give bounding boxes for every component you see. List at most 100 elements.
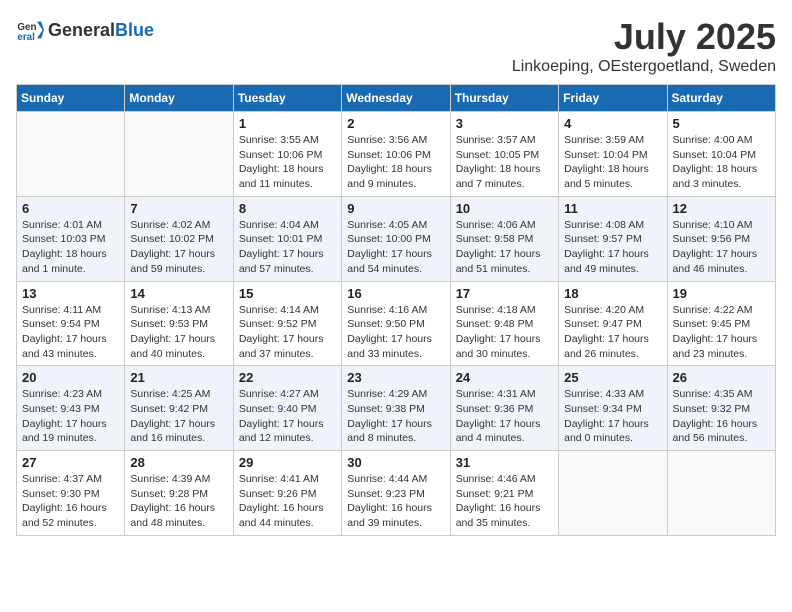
day-info: Sunrise: 4:11 AM Sunset: 9:54 PM Dayligh… xyxy=(22,303,119,362)
sunset-text: Sunset: 10:02 PM xyxy=(130,233,213,245)
day-info: Sunrise: 3:57 AM Sunset: 10:05 PM Daylig… xyxy=(456,133,553,192)
day-info: Sunrise: 4:04 AM Sunset: 10:01 PM Daylig… xyxy=(239,218,336,277)
calendar-cell: 10 Sunrise: 4:06 AM Sunset: 9:58 PM Dayl… xyxy=(450,196,558,281)
calendar-cell: 2 Sunrise: 3:56 AM Sunset: 10:06 PM Dayl… xyxy=(342,112,450,197)
day-number: 30 xyxy=(347,455,444,470)
daylight-text: Daylight: 18 hours and 7 minutes. xyxy=(456,163,541,190)
day-info: Sunrise: 4:35 AM Sunset: 9:32 PM Dayligh… xyxy=(673,387,770,446)
daylight-text: Daylight: 17 hours and 51 minutes. xyxy=(456,248,541,275)
calendar-cell: 17 Sunrise: 4:18 AM Sunset: 9:48 PM Dayl… xyxy=(450,281,558,366)
day-info: Sunrise: 4:29 AM Sunset: 9:38 PM Dayligh… xyxy=(347,387,444,446)
day-info: Sunrise: 4:00 AM Sunset: 10:04 PM Daylig… xyxy=(673,133,770,192)
logo-general: General xyxy=(48,20,115,40)
daylight-text: Daylight: 17 hours and 59 minutes. xyxy=(130,248,215,275)
day-number: 15 xyxy=(239,286,336,301)
page-header: Gen eral GeneralBlue July 2025 Linkoepin… xyxy=(16,16,776,76)
day-number: 4 xyxy=(564,116,661,131)
daylight-text: Daylight: 17 hours and 23 minutes. xyxy=(673,333,758,360)
day-info: Sunrise: 4:39 AM Sunset: 9:28 PM Dayligh… xyxy=(130,472,227,531)
logo-blue: Blue xyxy=(115,20,154,40)
sunrise-text: Sunrise: 4:05 AM xyxy=(347,219,427,231)
calendar-cell: 5 Sunrise: 4:00 AM Sunset: 10:04 PM Dayl… xyxy=(667,112,775,197)
day-number: 22 xyxy=(239,370,336,385)
weekday-header: Monday xyxy=(125,85,233,112)
day-number: 19 xyxy=(673,286,770,301)
daylight-text: Daylight: 17 hours and 33 minutes. xyxy=(347,333,432,360)
sunset-text: Sunset: 9:45 PM xyxy=(673,318,751,330)
day-info: Sunrise: 4:18 AM Sunset: 9:48 PM Dayligh… xyxy=(456,303,553,362)
logo: Gen eral GeneralBlue xyxy=(16,16,154,44)
day-info: Sunrise: 4:13 AM Sunset: 9:53 PM Dayligh… xyxy=(130,303,227,362)
sunset-text: Sunset: 9:43 PM xyxy=(22,403,100,415)
sunset-text: Sunset: 9:36 PM xyxy=(456,403,534,415)
day-info: Sunrise: 4:37 AM Sunset: 9:30 PM Dayligh… xyxy=(22,472,119,531)
calendar-cell: 4 Sunrise: 3:59 AM Sunset: 10:04 PM Dayl… xyxy=(559,112,667,197)
day-info: Sunrise: 4:46 AM Sunset: 9:21 PM Dayligh… xyxy=(456,472,553,531)
daylight-text: Daylight: 17 hours and 37 minutes. xyxy=(239,333,324,360)
calendar-cell: 24 Sunrise: 4:31 AM Sunset: 9:36 PM Dayl… xyxy=(450,366,558,451)
calendar-cell: 27 Sunrise: 4:37 AM Sunset: 9:30 PM Dayl… xyxy=(17,451,125,536)
daylight-text: Daylight: 17 hours and 49 minutes. xyxy=(564,248,649,275)
weekday-header: Wednesday xyxy=(342,85,450,112)
sunrise-text: Sunrise: 4:08 AM xyxy=(564,219,644,231)
calendar-cell: 12 Sunrise: 4:10 AM Sunset: 9:56 PM Dayl… xyxy=(667,196,775,281)
sunset-text: Sunset: 10:03 PM xyxy=(22,233,105,245)
calendar-cell: 23 Sunrise: 4:29 AM Sunset: 9:38 PM Dayl… xyxy=(342,366,450,451)
calendar-cell: 14 Sunrise: 4:13 AM Sunset: 9:53 PM Dayl… xyxy=(125,281,233,366)
daylight-text: Daylight: 17 hours and 57 minutes. xyxy=(239,248,324,275)
calendar-table: SundayMondayTuesdayWednesdayThursdayFrid… xyxy=(16,84,776,536)
sunrise-text: Sunrise: 4:01 AM xyxy=(22,219,102,231)
calendar-cell: 9 Sunrise: 4:05 AM Sunset: 10:00 PM Dayl… xyxy=(342,196,450,281)
sunrise-text: Sunrise: 4:11 AM xyxy=(22,304,101,316)
calendar-cell: 22 Sunrise: 4:27 AM Sunset: 9:40 PM Dayl… xyxy=(233,366,341,451)
sunrise-text: Sunrise: 4:39 AM xyxy=(130,473,210,485)
sunrise-text: Sunrise: 4:27 AM xyxy=(239,388,319,400)
calendar-cell: 20 Sunrise: 4:23 AM Sunset: 9:43 PM Dayl… xyxy=(17,366,125,451)
sunset-text: Sunset: 9:32 PM xyxy=(673,403,751,415)
daylight-text: Daylight: 17 hours and 26 minutes. xyxy=(564,333,649,360)
sunset-text: Sunset: 9:34 PM xyxy=(564,403,642,415)
calendar-cell: 1 Sunrise: 3:55 AM Sunset: 10:06 PM Dayl… xyxy=(233,112,341,197)
daylight-text: Daylight: 17 hours and 12 minutes. xyxy=(239,418,324,445)
sunrise-text: Sunrise: 4:16 AM xyxy=(347,304,427,316)
day-info: Sunrise: 4:05 AM Sunset: 10:00 PM Daylig… xyxy=(347,218,444,277)
calendar-cell: 11 Sunrise: 4:08 AM Sunset: 9:57 PM Dayl… xyxy=(559,196,667,281)
calendar-cell: 16 Sunrise: 4:16 AM Sunset: 9:50 PM Dayl… xyxy=(342,281,450,366)
location-title: Linkoeping, OEstergoetland, Sweden xyxy=(512,58,776,76)
day-info: Sunrise: 4:16 AM Sunset: 9:50 PM Dayligh… xyxy=(347,303,444,362)
day-number: 31 xyxy=(456,455,553,470)
daylight-text: Daylight: 17 hours and 30 minutes. xyxy=(456,333,541,360)
sunrise-text: Sunrise: 3:55 AM xyxy=(239,134,319,146)
day-number: 26 xyxy=(673,370,770,385)
day-info: Sunrise: 4:08 AM Sunset: 9:57 PM Dayligh… xyxy=(564,218,661,277)
title-area: July 2025 Linkoeping, OEstergoetland, Sw… xyxy=(512,16,776,76)
day-number: 6 xyxy=(22,201,119,216)
daylight-text: Daylight: 16 hours and 35 minutes. xyxy=(456,502,541,529)
sunrise-text: Sunrise: 4:35 AM xyxy=(673,388,753,400)
weekday-header: Tuesday xyxy=(233,85,341,112)
calendar-cell: 25 Sunrise: 4:33 AM Sunset: 9:34 PM Dayl… xyxy=(559,366,667,451)
day-info: Sunrise: 4:01 AM Sunset: 10:03 PM Daylig… xyxy=(22,218,119,277)
calendar-cell: 7 Sunrise: 4:02 AM Sunset: 10:02 PM Dayl… xyxy=(125,196,233,281)
sunset-text: Sunset: 9:50 PM xyxy=(347,318,425,330)
sunrise-text: Sunrise: 4:37 AM xyxy=(22,473,102,485)
daylight-text: Daylight: 18 hours and 9 minutes. xyxy=(347,163,432,190)
sunset-text: Sunset: 9:28 PM xyxy=(130,488,208,500)
day-number: 28 xyxy=(130,455,227,470)
calendar-cell: 21 Sunrise: 4:25 AM Sunset: 9:42 PM Dayl… xyxy=(125,366,233,451)
day-number: 13 xyxy=(22,286,119,301)
day-number: 21 xyxy=(130,370,227,385)
sunset-text: Sunset: 9:38 PM xyxy=(347,403,425,415)
day-number: 7 xyxy=(130,201,227,216)
day-number: 24 xyxy=(456,370,553,385)
sunrise-text: Sunrise: 3:59 AM xyxy=(564,134,644,146)
day-number: 8 xyxy=(239,201,336,216)
day-info: Sunrise: 4:27 AM Sunset: 9:40 PM Dayligh… xyxy=(239,387,336,446)
sunrise-text: Sunrise: 4:23 AM xyxy=(22,388,102,400)
sunrise-text: Sunrise: 4:20 AM xyxy=(564,304,644,316)
sunset-text: Sunset: 9:53 PM xyxy=(130,318,208,330)
day-number: 2 xyxy=(347,116,444,131)
day-info: Sunrise: 4:31 AM Sunset: 9:36 PM Dayligh… xyxy=(456,387,553,446)
daylight-text: Daylight: 17 hours and 40 minutes. xyxy=(130,333,215,360)
day-info: Sunrise: 4:23 AM Sunset: 9:43 PM Dayligh… xyxy=(22,387,119,446)
